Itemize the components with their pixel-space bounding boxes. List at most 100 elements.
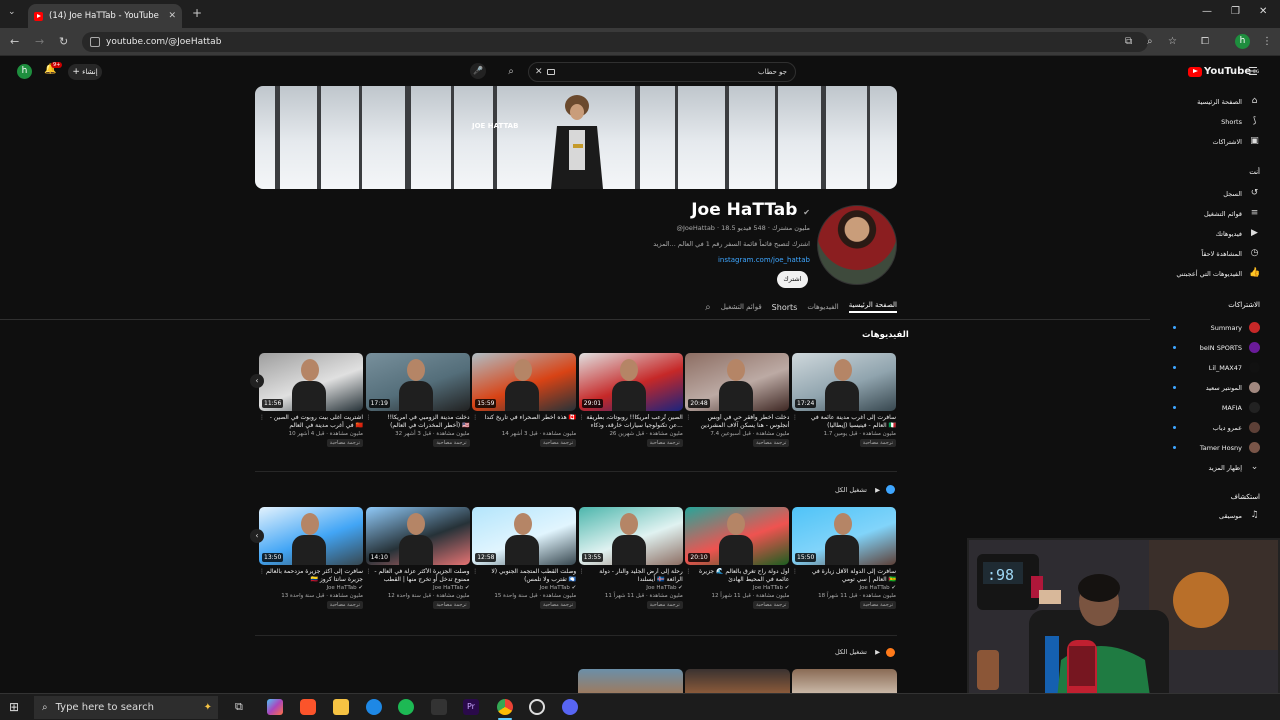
install-app-icon[interactable]: ⧉ — [1125, 36, 1132, 47]
profile-avatar[interactable]: h — [1235, 34, 1250, 49]
video-thumbnail[interactable]: 12:58 — [472, 507, 577, 565]
more-options-icon[interactable]: ⋮ — [792, 414, 798, 422]
more-options-icon[interactable]: ⋮ — [685, 414, 691, 422]
menu-kebab-icon[interactable]: ⋮ — [1262, 36, 1272, 47]
video-card[interactable]: 14:10 ⋮ وصلت الجزيرة الأكثر عزلة في العالم… — [365, 507, 470, 609]
video-title[interactable]: ⋮ وصلت القطب المتجمد الجنوبي (لا تقترب ول… — [472, 568, 576, 584]
video-thumbnail[interactable] — [578, 669, 683, 693]
sidebar-item[interactable]: المشاهدة لاحقاً ◷ — [1201, 248, 1260, 259]
sidebar-item[interactable]: Tamer Hosny — [1200, 442, 1260, 453]
video-channel[interactable]: Joe HaTTab ✔ — [792, 584, 896, 592]
sidebar-item[interactable]: الصفحة الرئيسية ⌂ — [1197, 96, 1260, 107]
video-title[interactable]: ⋮ هذه أخطر الصحراء في تاريخ كندا 🇨🇦 — [472, 414, 576, 430]
video-title[interactable]: ⋮ الصين تُرعب أمريكا!! روبوتات، بطريقة عن… — [579, 414, 683, 430]
browser-tab-youtube[interactable]: (14) Joe HaTTab - YouTube ✕ — [28, 4, 182, 28]
forward-icon[interactable]: → — [35, 35, 44, 48]
sidebar-item[interactable]: الفيديوهات التي أعجبتني 👍 — [1176, 268, 1260, 279]
video-card[interactable]: 11:56 ⋮ اشتريت أغلى بيت روبوت في الصين - ف… — [259, 353, 363, 447]
more-options-icon[interactable]: ⋮ — [472, 414, 478, 422]
video-channel[interactable]: Joe HaTTab ✔ — [259, 584, 363, 592]
clear-search-icon[interactable]: ✕ — [535, 63, 543, 81]
more-options-icon[interactable]: ⋮ — [579, 568, 585, 576]
video-thumbnail[interactable]: 13:55 — [578, 507, 683, 565]
video-thumbnail[interactable]: 17:24 — [792, 353, 896, 411]
video-channel[interactable]: Joe HaTTab ✔ — [366, 584, 470, 592]
video-thumbnail[interactable]: 20:48 — [685, 353, 790, 411]
video-thumbnail[interactable]: 11:56 — [259, 353, 363, 411]
video-card[interactable]: 29:01 ⋮ الصين تُرعب أمريكا!! روبوتات، بطري… — [578, 353, 683, 447]
sidebar-item[interactable]: قوائم التشغيل ≡ — [1204, 208, 1260, 219]
reload-icon[interactable]: ↻ — [59, 35, 68, 48]
tab-videos[interactable]: الفيديوهات — [807, 303, 838, 311]
close-window-icon[interactable]: ✕ — [1259, 6, 1267, 17]
carousel-prev-icon[interactable]: ‹ — [250, 374, 264, 388]
show-more-button[interactable]: إظهار المزيد ⌄ — [1208, 462, 1260, 473]
tab-shorts[interactable]: Shorts — [772, 303, 798, 312]
site-info-icon[interactable] — [90, 37, 100, 47]
video-title[interactable]: ⋮ أول دولة راح تغرق بالعالم 🌊 جزيرة عائمة… — [685, 568, 789, 584]
keyboard-icon[interactable] — [547, 69, 555, 75]
extensions-icon[interactable]: ⧠ — [1201, 36, 1209, 47]
channel-search-icon[interactable]: ⌕ — [705, 302, 711, 313]
restore-icon[interactable]: ❐ — [1231, 6, 1240, 17]
video-title[interactable]: ⋮ سافرت إلى أكثر جزيرة مزدحمة بالعالم 🇨🇴 … — [259, 568, 363, 584]
spotify-icon[interactable] — [398, 699, 414, 715]
video-card[interactable]: 13:55 ⋮ رحلة إلى أرض الجليد والنار - دولة … — [578, 507, 683, 609]
sidebar-item[interactable]: Shorts ⟆ — [1221, 116, 1260, 127]
video-title[interactable]: ⋮ وصلت الجزيرة الأكثر عزلة في العالم - مم… — [366, 568, 470, 584]
chrome-icon[interactable] — [497, 699, 513, 715]
more-options-icon[interactable]: ⋮ — [366, 414, 372, 422]
bookmark-star-icon[interactable]: ☆ — [1168, 36, 1177, 47]
sidebar-item[interactable]: موسيقى ♫ — [1219, 510, 1260, 521]
new-tab-icon[interactable]: + — [192, 6, 202, 20]
video-card[interactable]: 15:50 ⋮ سافرت إلى الدولة الأقل زيارة في ال… — [792, 507, 896, 609]
search-icon[interactable]: ⌕ — [500, 62, 522, 82]
sidebar-item[interactable]: Lil_MAX47 — [1209, 362, 1260, 373]
channel-description[interactable]: اشترك لتصبح قائماً قائمة السفر رقم 1 في … — [653, 240, 810, 248]
premiere-pro-icon[interactable]: Pr — [463, 699, 479, 715]
video-channel[interactable]: Joe HaTTab ✔ — [472, 584, 577, 592]
subscribe-button[interactable]: اشترك — [777, 271, 808, 288]
video-title[interactable]: ⋮ دخلت مدينة الزومبي في أمريكا!! (أخطر ال… — [366, 414, 470, 430]
app-figure-icon[interactable] — [431, 699, 447, 715]
url-field[interactable]: youtube.com/@JoeHattab — [82, 32, 1148, 52]
more-options-icon[interactable]: ⋮ — [259, 568, 265, 576]
sidebar-item[interactable]: السجل ↺ — [1223, 188, 1260, 199]
more-options-icon[interactable]: ⋮ — [472, 568, 478, 576]
subscriptions-section-header[interactable]: الاشتراكات — [1228, 301, 1260, 309]
sidebar-item[interactable]: عمرو دياب — [1213, 422, 1260, 433]
edge-icon[interactable] — [366, 699, 382, 715]
carousel-prev-icon[interactable]: ‹ — [250, 529, 264, 543]
discord-icon[interactable] — [562, 699, 578, 715]
channel-avatar[interactable] — [817, 205, 897, 285]
video-title[interactable]: ⋮ اشتريت أغلى بيت روبوت في الصين - في أغر… — [259, 414, 363, 430]
voice-search-icon[interactable]: 🎤 — [470, 63, 486, 79]
video-title[interactable]: ⋮ رحلة إلى أرض الجليد والنار - دولة أيسلن… — [579, 568, 683, 584]
create-button[interactable]: + إنشاء — [68, 64, 102, 80]
task-view-icon[interactable]: ⧉ — [235, 700, 243, 714]
back-icon[interactable]: ← — [10, 35, 19, 48]
zoom-icon[interactable]: ⌕ — [1147, 36, 1153, 47]
video-thumbnail[interactable]: 20:10 — [685, 507, 790, 565]
sidebar-item[interactable]: beIN SPORTS — [1200, 342, 1260, 353]
account-avatar[interactable]: h — [17, 64, 32, 79]
video-channel[interactable]: Joe HaTTab ✔ — [579, 584, 683, 592]
sidebar-item[interactable]: Summary — [1211, 322, 1260, 333]
video-title[interactable]: ⋮ سافرت إلى أغرب مدينة عائمة في العالم - … — [792, 414, 896, 430]
tab-playlists[interactable]: قوائم التشغيل — [721, 303, 762, 311]
channel-link[interactable]: instagram.com/joe_hattab — [718, 256, 810, 264]
more-options-icon[interactable]: ⋮ — [792, 568, 798, 576]
video-card[interactable]: 13:50 ⋮ سافرت إلى أكثر جزيرة مزدحمة بالعال… — [259, 507, 363, 609]
more-options-icon[interactable]: ⋮ — [366, 568, 372, 576]
video-thumbnail[interactable]: 29:01 — [578, 353, 683, 411]
taskbar-search-input[interactable]: ⌕ Type here to search ✦ — [34, 696, 218, 719]
video-card[interactable]: 17:19 ⋮ دخلت مدينة الزومبي في أمريكا!! (أخ… — [365, 353, 470, 447]
sidebar-item[interactable]: المونتير سعيد — [1206, 382, 1260, 393]
video-thumbnail[interactable]: 14:10 — [365, 507, 470, 565]
minimize-icon[interactable]: — — [1202, 6, 1212, 17]
video-card[interactable]: 12:58 ⋮ وصلت القطب المتجمد الجنوبي (لا تقت… — [472, 507, 577, 609]
video-card[interactable]: 20:10 ⋮ أول دولة راح تغرق بالعالم 🌊 جزيرة … — [685, 507, 790, 609]
video-thumbnail[interactable]: 15:50 — [792, 507, 896, 565]
close-tab-icon[interactable]: ✕ — [168, 11, 176, 21]
obs-icon[interactable] — [529, 699, 545, 715]
